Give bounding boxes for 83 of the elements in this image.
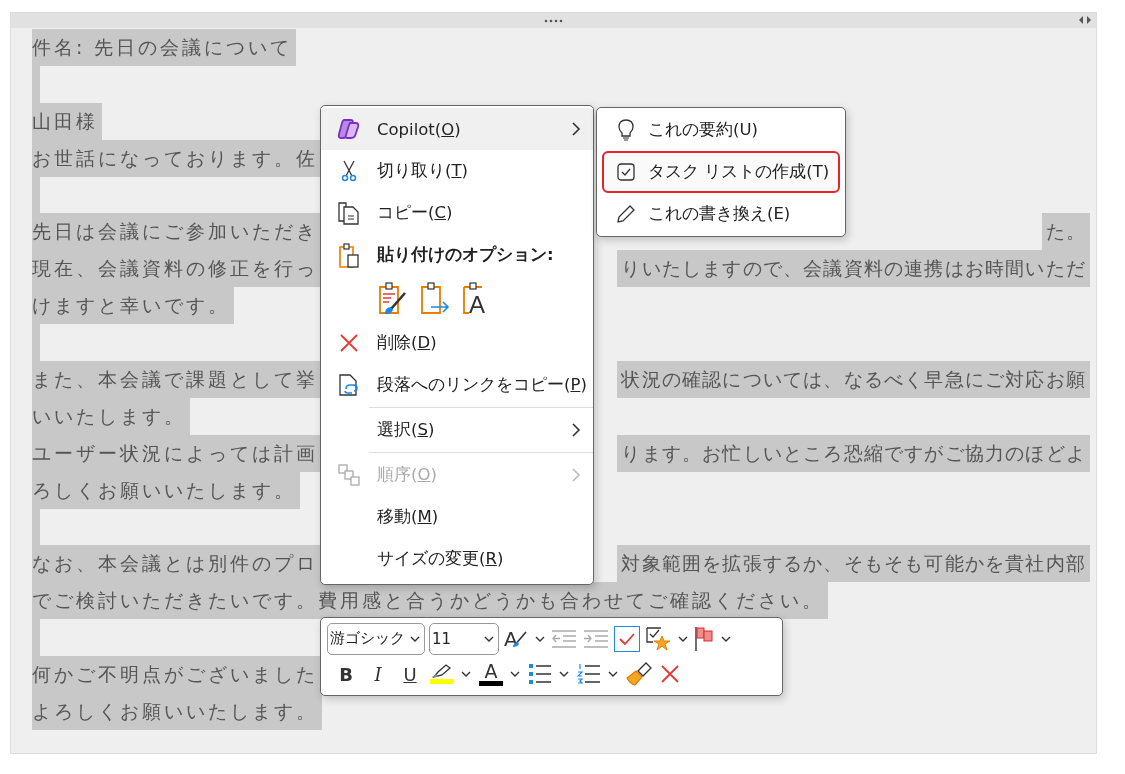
menu-item[interactable]: 削除(D) (321, 322, 593, 364)
selected-text: 対象範囲を拡張するか、そもそも可能かを貴社内部 (617, 545, 1090, 583)
checkbox-star-icon (644, 625, 671, 652)
drag-handle-icon[interactable] (543, 18, 564, 23)
caret-icon (410, 635, 420, 642)
numbered-list-icon (577, 663, 601, 686)
selected-text: 現在、会議資料の修正を行っ (32, 250, 322, 288)
selected-text: よろしくお願いいたします。 (32, 693, 322, 730)
selected-text: なお、本会議とは別件のプロ (32, 545, 322, 583)
flag-icon (693, 625, 714, 652)
scissors-icon (340, 160, 358, 182)
close-icon (660, 664, 680, 685)
menu-item-label: 順序(O) (377, 464, 437, 486)
selected-text: けますと幸いです。 (32, 287, 234, 325)
underline-button[interactable]: U (397, 659, 423, 690)
outdent-icon (550, 629, 577, 648)
font-color-button[interactable]: A (478, 659, 521, 690)
selected-text: た。 (1041, 213, 1090, 251)
font-size-dropdown[interactable]: 11 (429, 622, 499, 655)
caret-icon (608, 671, 618, 678)
italic-button[interactable]: I (365, 659, 391, 690)
menu-item-label: サイズの変更(R) (377, 548, 504, 570)
close-icon (339, 333, 359, 353)
submenu-item-label: これの要約(U) (648, 119, 758, 141)
highlighter-icon (430, 664, 454, 685)
lightbulb-icon (618, 119, 634, 141)
caret-icon (534, 635, 545, 642)
caret-icon (461, 671, 471, 678)
selected-text: 先日は会議にご参加いただき (32, 213, 322, 251)
menu-item[interactable]: 段落へのリンクをコピー(P) (321, 364, 593, 406)
menu-item[interactable]: 選択(S) (321, 409, 593, 451)
selected-text: ります。お忙しいところ恐縮ですがご協力のほどよ (617, 434, 1090, 472)
clipboard-icon (338, 242, 360, 268)
submenu-item[interactable]: これの書き換え(E) (602, 193, 840, 235)
menu-item-label: 移動(M) (377, 506, 439, 528)
bold-button[interactable]: B (333, 659, 359, 690)
paintbrush-icon (626, 662, 652, 687)
caret-icon (510, 671, 520, 678)
submenu-item-label: タスク リストの作成(T) (648, 161, 830, 183)
indent-icon (582, 629, 609, 648)
selected-text: 件名: 先日の会議について (32, 29, 297, 66)
copilot-icon (337, 118, 361, 140)
menu-section-header: 貼り付けのオプション: (377, 244, 554, 266)
selected-text: でご検討いただきたいです。費用感と合うかどうかも合わせてご確認ください。 (32, 582, 828, 620)
selected-text: お世話になっております。佐 (32, 139, 322, 177)
selected-text: ユーザー状況によっては計画 (32, 434, 322, 472)
copy-icon (337, 201, 361, 225)
menu-item-label: 段落へのリンクをコピー(P) (377, 374, 587, 396)
menu-item[interactable]: サイズの変更(R) (321, 538, 593, 580)
paste-text-only-button[interactable]: A (461, 281, 491, 317)
arrange-icon (338, 464, 360, 486)
selected-text: 状況の確認については、なるべく早急にご対応お願 (617, 361, 1090, 398)
bullet-list-icon (528, 663, 552, 686)
menu-item[interactable]: コピー(C) (321, 192, 593, 234)
submenu-item[interactable]: これの要約(U) (602, 109, 840, 151)
selected-text: また、本会議で課題として挙 (32, 361, 322, 398)
menu-item[interactable]: Copilot(O) (321, 108, 593, 150)
selected-text: 何かご不明点がございました (32, 656, 322, 694)
menu-item-label: 切り取り(T) (377, 160, 468, 182)
menu-item-label: コピー(C) (377, 202, 453, 224)
pencil-icon (616, 204, 636, 224)
menu-item-label: 削除(D) (377, 332, 437, 354)
menu-item-label: 選択(S) (377, 419, 435, 441)
caret-icon (677, 635, 688, 642)
selected-text: いいたします。 (32, 397, 190, 435)
submenu-item-label: これの書き換え(E) (648, 203, 791, 225)
menu-item[interactable]: 切り取り(T) (321, 150, 593, 192)
menu-item-label: Copilot(O) (377, 119, 461, 139)
scroll-arrows-icon[interactable] (1078, 16, 1092, 24)
selected-text: りいたしますので、会議資料の連携はお時間いただ (617, 250, 1090, 288)
selected-text: 山田様 (32, 102, 102, 140)
caret-icon (559, 671, 569, 678)
paste-merge-format-button[interactable] (419, 281, 451, 317)
checkbox-icon (617, 163, 635, 181)
caret-icon (484, 635, 494, 642)
document-link-icon (338, 373, 360, 397)
selected-text: ろしくお願いいたします。 (32, 471, 300, 509)
paste-keep-format-button[interactable] (377, 281, 409, 317)
font-name-dropdown[interactable]: 游ゴシック (327, 622, 425, 655)
caret-icon (720, 635, 731, 642)
to-do-checkbox-button[interactable] (613, 625, 640, 652)
submenu-item[interactable]: タスク リストの作成(T) (602, 151, 840, 193)
menu-item[interactable]: 移動(M) (321, 496, 593, 538)
